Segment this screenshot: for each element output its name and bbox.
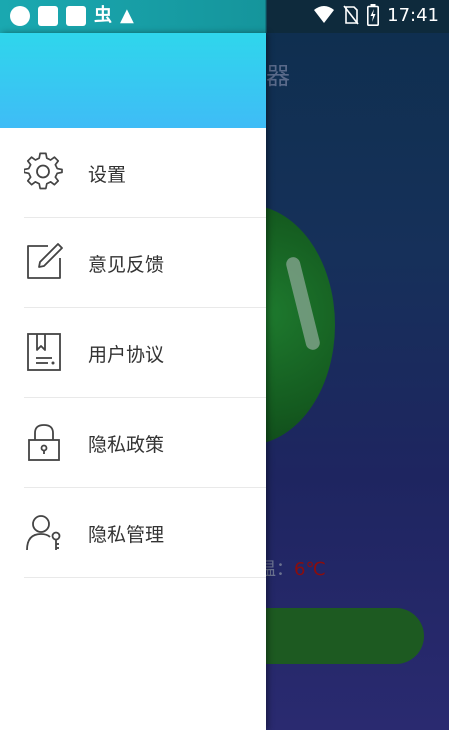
notification-icons: 虫 ▲: [10, 6, 134, 26]
navigation-drawer: 设置 意见反馈 用户协议 隐私政策 隐私管理: [0, 33, 266, 730]
document-icon: [27, 333, 61, 371]
temperature-value: 6℃: [294, 559, 326, 580]
menu-item-privacy-policy[interactable]: 隐私政策: [0, 398, 266, 488]
drawer-header: [0, 33, 266, 128]
app-title: 器: [266, 62, 290, 90]
temperature-readout: 温：6℃: [258, 555, 326, 581]
bug-icon: 虫: [94, 5, 112, 26]
status-bar: 虫 ▲ 17:41: [0, 0, 449, 33]
menu-item-label: 隐私管理: [88, 523, 165, 546]
no-sim-icon: [343, 5, 359, 25]
wifi-icon: [314, 6, 335, 23]
divider: [24, 577, 266, 578]
square-icon: [38, 6, 58, 26]
system-icons: 17:41: [313, 4, 439, 26]
menu-item-settings[interactable]: 设置: [0, 128, 266, 218]
clock: 17:41: [387, 4, 439, 26]
lock-icon: [28, 424, 60, 461]
menu-item-label: 意见反馈: [88, 253, 165, 276]
menu-item-label: 设置: [88, 163, 127, 186]
menu-item-user-agreement[interactable]: 用户协议: [0, 308, 266, 398]
menu-item-feedback[interactable]: 意见反馈: [0, 218, 266, 308]
gear-icon: [24, 152, 63, 190]
battery-charging-icon: [367, 4, 380, 26]
menu-item-label: 用户协议: [88, 343, 165, 366]
menu-item-privacy-management[interactable]: 隐私管理: [0, 488, 266, 578]
warning-icon: ▲: [120, 5, 134, 26]
menu-item-label: 隐私政策: [88, 433, 165, 456]
circle-icon: [10, 6, 30, 26]
edit-icon: [27, 243, 63, 279]
square-icon: [66, 6, 86, 26]
user-key-icon: [26, 515, 61, 551]
